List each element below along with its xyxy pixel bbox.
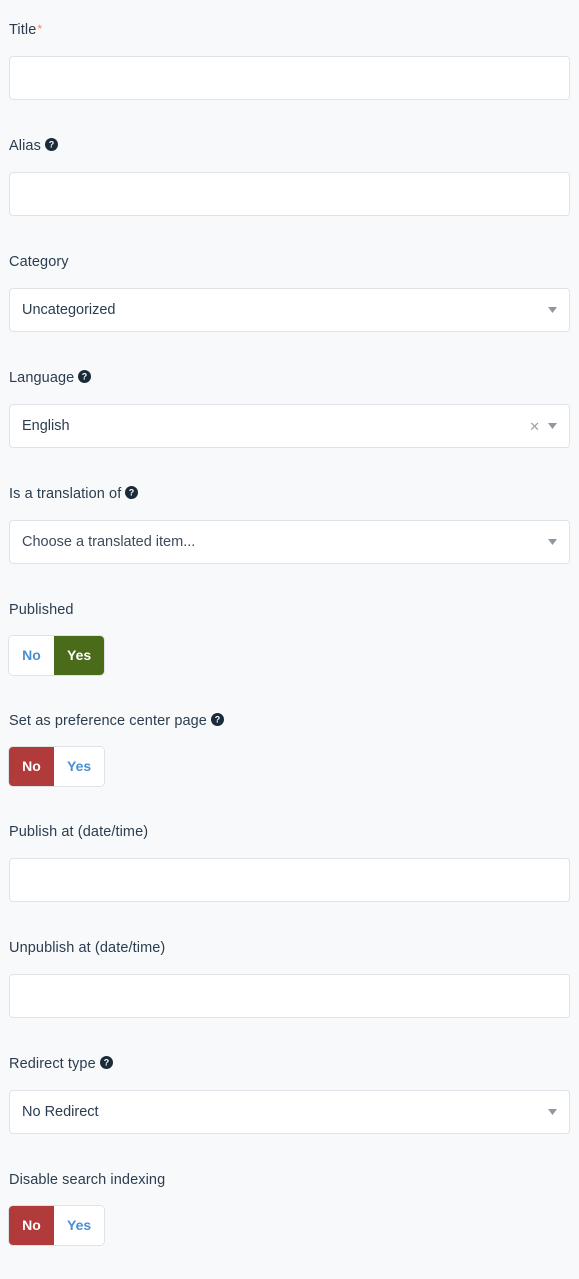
field-category-label: Category (9, 254, 69, 270)
field-redirect-type-label-text: Redirect type (9, 1056, 96, 1072)
alias-input[interactable] (9, 172, 570, 216)
field-translation-of: Is a translation of? Choose a translated… (9, 486, 570, 564)
redirect-type-select[interactable]: No Redirect (9, 1090, 570, 1134)
landing-page-settings-form: Title* Alias? Category Uncategorized Lan… (0, 0, 579, 1279)
field-published-label: Published (9, 602, 74, 618)
redirect-type-selected-value: No Redirect (22, 1104, 99, 1120)
svg-text:?: ? (103, 1058, 109, 1068)
published-toggle-group[interactable]: No Yes (9, 636, 105, 675)
disable-search-indexing-toggle-group[interactable]: No Yes (9, 1206, 105, 1245)
field-preference-center: Set as preference center page? No Yes (9, 713, 570, 786)
language-select[interactable]: English ✕ (9, 404, 570, 448)
chevron-down-icon (548, 539, 557, 545)
preference-center-toggle-yes[interactable]: Yes (54, 747, 105, 786)
field-title: Title* (9, 22, 570, 100)
required-asterisk-icon: * (37, 22, 43, 36)
question-circle-icon[interactable]: ? (44, 138, 58, 151)
published-toggle-yes[interactable]: Yes (54, 636, 105, 675)
chevron-down-icon (548, 307, 557, 313)
field-preference-center-label-text: Set as preference center page (9, 713, 207, 729)
field-language: Language? English ✕ (9, 370, 570, 448)
question-circle-icon[interactable]: ? (125, 486, 139, 499)
language-selected-value: English (22, 418, 70, 434)
field-unpublish-at: Unpublish at (date/time) (9, 940, 570, 1018)
field-category: Category Uncategorized (9, 254, 570, 332)
svg-text:?: ? (129, 488, 135, 498)
field-publish-at: Publish at (date/time) (9, 824, 570, 902)
field-unpublish-at-label: Unpublish at (date/time) (9, 940, 166, 956)
field-language-label-text: Language (9, 370, 75, 386)
field-alias: Alias? (9, 138, 570, 216)
chevron-down-icon (548, 423, 557, 429)
field-language-label: Language? (9, 370, 570, 387)
field-title-label: Title* (9, 22, 570, 39)
field-redirect-type-label: Redirect type? (9, 1056, 570, 1073)
category-select[interactable]: Uncategorized (9, 288, 570, 332)
preference-center-toggle-no[interactable]: No (9, 747, 54, 786)
question-circle-icon[interactable]: ? (78, 370, 92, 383)
field-preference-center-label: Set as preference center page? (9, 713, 570, 730)
preference-center-toggle-group[interactable]: No Yes (9, 747, 105, 786)
svg-text:?: ? (82, 372, 88, 382)
field-disable-search-indexing-label: Disable search indexing (9, 1172, 166, 1188)
field-translation-of-label-text: Is a translation of (9, 486, 122, 502)
close-x-icon[interactable]: ✕ (529, 420, 540, 433)
field-disable-search-indexing: Disable search indexing No Yes (9, 1172, 570, 1245)
field-publish-at-label: Publish at (date/time) (9, 824, 149, 840)
field-redirect-type: Redirect type? No Redirect (9, 1056, 570, 1134)
chevron-down-icon (548, 1109, 557, 1115)
published-toggle-no[interactable]: No (9, 636, 54, 675)
field-alias-label: Alias? (9, 138, 570, 155)
field-alias-label-text: Alias (9, 138, 41, 154)
disable-search-indexing-toggle-yes[interactable]: Yes (54, 1206, 105, 1245)
field-translation-of-label: Is a translation of? (9, 486, 570, 503)
unpublish-at-input[interactable] (9, 974, 570, 1018)
title-input[interactable] (9, 56, 570, 100)
svg-text:?: ? (49, 140, 55, 150)
field-published: Published No Yes (9, 602, 570, 675)
publish-at-input[interactable] (9, 858, 570, 902)
disable-search-indexing-toggle-no[interactable]: No (9, 1206, 54, 1245)
question-circle-icon[interactable]: ? (99, 1056, 113, 1069)
field-title-label-text: Title (9, 22, 37, 38)
category-selected-value: Uncategorized (22, 302, 116, 318)
svg-text:?: ? (215, 715, 221, 725)
translation-of-select[interactable]: Choose a translated item... (9, 520, 570, 564)
translation-of-selected-value: Choose a translated item... (22, 534, 196, 550)
question-circle-icon[interactable]: ? (210, 713, 224, 726)
